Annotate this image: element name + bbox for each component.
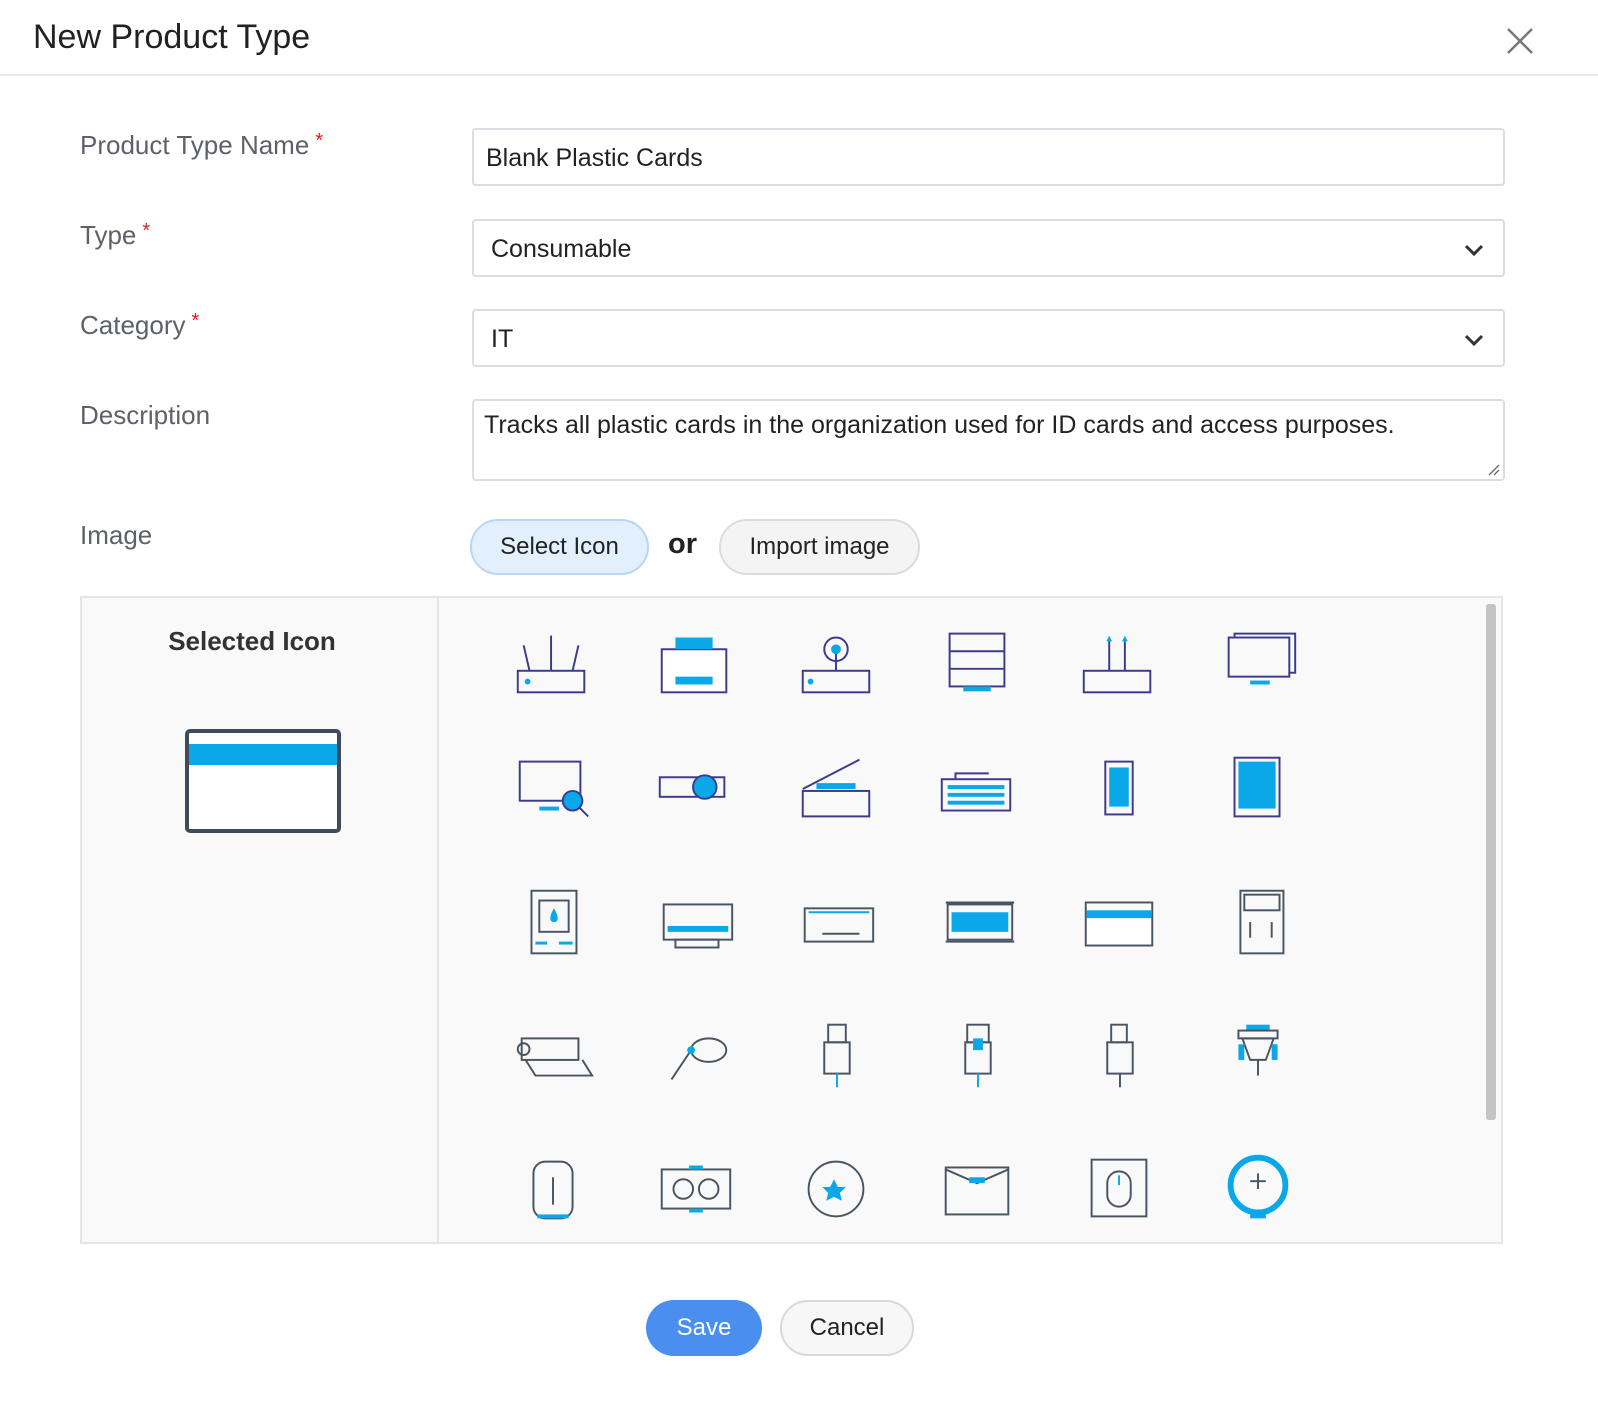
- scrollbar[interactable]: [1486, 604, 1496, 1120]
- selected-icon-title: Selected Icon: [168, 626, 336, 656]
- printer-icon[interactable]: [650, 616, 740, 706]
- monitors-icon[interactable]: [1213, 616, 1303, 706]
- required-mark: *: [315, 130, 324, 152]
- required-mark: *: [142, 220, 151, 242]
- select-icon-button[interactable]: Select Icon: [470, 519, 649, 575]
- tablet-icon[interactable]: [1213, 744, 1303, 834]
- wireless-access-point-icon[interactable]: [791, 616, 881, 706]
- import-image-button[interactable]: Import image: [719, 519, 920, 575]
- envelope-icon[interactable]: [932, 1144, 1022, 1234]
- ram-module-icon[interactable]: [932, 879, 1022, 969]
- required-mark: *: [191, 310, 200, 332]
- cable-tie-icon[interactable]: [650, 1011, 740, 1101]
- type-select[interactable]: Consumable: [472, 219, 1505, 277]
- dialog-header: New Product Type: [0, 0, 1598, 76]
- product-type-name-value: Blank Plastic Cards: [486, 144, 703, 172]
- icon-picker-panel: Selected Icon: [80, 596, 1503, 1244]
- chevron-down-icon: [1464, 244, 1484, 257]
- description-value: Tracks all plastic cards in the organiza…: [484, 411, 1395, 439]
- backpack-icon[interactable]: [508, 1144, 598, 1234]
- ink-cartridge-icon[interactable]: [508, 879, 598, 969]
- usb-connector-icon[interactable]: [1074, 1011, 1164, 1101]
- card-icon[interactable]: [1074, 879, 1164, 969]
- close-icon[interactable]: [1503, 24, 1537, 58]
- network-switch-icon[interactable]: [1074, 616, 1164, 706]
- toner-cartridge-icon[interactable]: [650, 879, 740, 969]
- description-textarea[interactable]: Tracks all plastic cards in the organiza…: [472, 399, 1505, 481]
- or-text: or: [668, 528, 697, 560]
- ethernet-connector-icon[interactable]: [932, 1011, 1022, 1101]
- sticker-icon[interactable]: [791, 1144, 881, 1234]
- product-type-name-input[interactable]: Blank Plastic Cards: [472, 128, 1505, 186]
- graphics-card-icon[interactable]: [650, 1144, 740, 1234]
- mobile-phone-icon[interactable]: [1074, 744, 1164, 834]
- cancel-button[interactable]: Cancel: [780, 1300, 914, 1356]
- resize-handle-icon[interactable]: [1486, 462, 1500, 476]
- category-value: IT: [491, 325, 514, 353]
- product-type-name-label: Product Type Name *: [80, 130, 324, 160]
- icon-grid: [440, 598, 1480, 1242]
- type-label: Type *: [80, 220, 151, 250]
- mouse-icon[interactable]: [1074, 1144, 1164, 1234]
- selected-card-icon: [185, 729, 341, 833]
- selected-icon-pane: Selected Icon: [82, 598, 439, 1242]
- description-label: Description: [80, 400, 211, 430]
- image-label: Image: [80, 520, 153, 550]
- monitor-search-icon[interactable]: [508, 744, 598, 834]
- hdmi-connector-icon[interactable]: [791, 1011, 881, 1101]
- server-icon[interactable]: [932, 616, 1022, 706]
- category-select[interactable]: IT: [472, 309, 1505, 367]
- ribbon-cartridge-icon[interactable]: [791, 879, 881, 969]
- dialog-title: New Product Type: [33, 18, 311, 56]
- keyboard-icon[interactable]: [932, 744, 1022, 834]
- headphones-stand-icon[interactable]: [1213, 1144, 1303, 1234]
- chevron-down-icon: [1464, 334, 1484, 347]
- type-value: Consumable: [491, 235, 632, 263]
- keypad-device-icon[interactable]: [1213, 879, 1303, 969]
- paper-roll-icon[interactable]: [508, 1011, 598, 1101]
- vga-connector-icon[interactable]: [1213, 1011, 1303, 1101]
- save-button[interactable]: Save: [646, 1300, 762, 1356]
- projector-icon[interactable]: [650, 744, 740, 834]
- category-label: Category *: [80, 310, 200, 340]
- router-icon[interactable]: [508, 616, 598, 706]
- scanner-icon[interactable]: [791, 744, 881, 834]
